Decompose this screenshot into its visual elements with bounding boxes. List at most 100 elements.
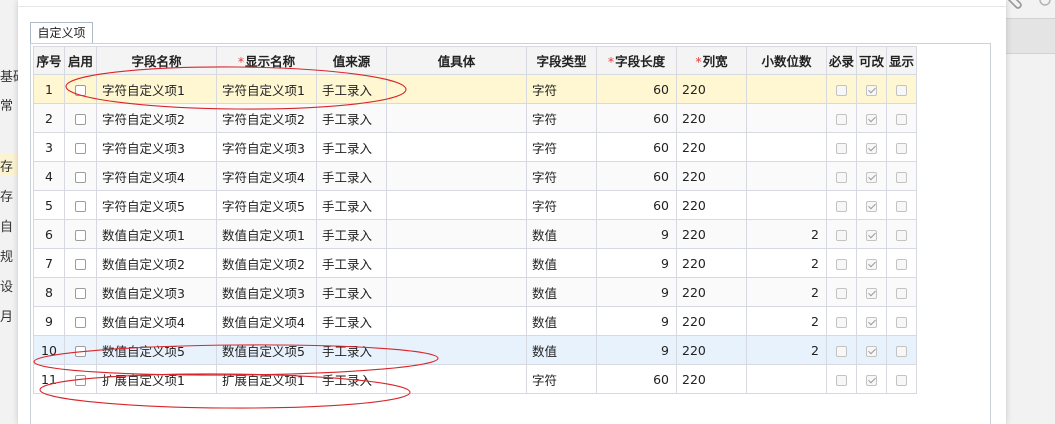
col-field-name-header[interactable]: 字段名称	[96, 46, 217, 75]
visible-checkbox[interactable]	[896, 229, 907, 241]
value-source-cell[interactable]: 手工录入	[316, 364, 387, 394]
required-checkbox[interactable]	[836, 258, 847, 270]
field-name-cell[interactable]: 字符自定义项3	[96, 132, 217, 162]
field-length-cell[interactable]: 60	[596, 103, 677, 133]
value-source-cell[interactable]: 手工录入	[316, 335, 387, 365]
visible-checkbox[interactable]	[896, 84, 907, 96]
enabled-checkbox[interactable]	[75, 171, 86, 183]
value-source-cell[interactable]: 手工录入	[316, 132, 387, 162]
editable-checkbox[interactable]	[866, 316, 877, 328]
col-visible-header[interactable]: 显示	[886, 46, 917, 75]
value-detail-cell[interactable]	[386, 132, 527, 162]
col-field-length-header[interactable]: *字段长度	[596, 46, 677, 75]
value-source-cell[interactable]: 手工录入	[316, 219, 387, 249]
visible-checkbox[interactable]	[896, 200, 907, 212]
value-source-cell[interactable]: 手工录入	[316, 103, 387, 133]
column-width-cell[interactable]: 220	[676, 306, 747, 336]
column-width-cell[interactable]: 220	[676, 219, 747, 249]
decimals-cell[interactable]: 2	[746, 248, 827, 278]
required-checkbox[interactable]	[836, 84, 847, 96]
field-type-cell[interactable]: 字符	[526, 132, 597, 162]
table-row[interactable]: 9 数值自定义项4 数值自定义项4 手工录入 数值 9 220 2	[33, 306, 917, 336]
col-column-width-header[interactable]: *列宽	[676, 46, 747, 75]
table-row[interactable]: 3 字符自定义项3 字符自定义项3 手工录入 字符 60 220	[33, 132, 917, 162]
field-type-cell[interactable]: 数值	[526, 219, 597, 249]
field-type-cell[interactable]: 数值	[526, 277, 597, 307]
value-detail-cell[interactable]	[386, 248, 527, 278]
display-name-cell[interactable]: 数值自定义项5	[216, 335, 317, 365]
column-width-cell[interactable]: 220	[676, 364, 747, 394]
editable-checkbox[interactable]	[866, 113, 877, 125]
decimals-cell[interactable]: 2	[746, 219, 827, 249]
decimals-cell[interactable]: 2	[746, 306, 827, 336]
editable-checkbox[interactable]	[866, 374, 877, 386]
visible-checkbox[interactable]	[896, 142, 907, 154]
col-field-type-header[interactable]: 字段类型	[526, 46, 597, 75]
value-detail-cell[interactable]	[386, 364, 527, 394]
field-name-cell[interactable]: 字符自定义项5	[96, 190, 217, 220]
decimals-cell[interactable]	[746, 103, 827, 133]
info-icon[interactable]	[1038, 0, 1052, 10]
column-width-cell[interactable]: 220	[676, 132, 747, 162]
enabled-checkbox[interactable]	[75, 229, 86, 241]
decimals-cell[interactable]	[746, 161, 827, 191]
table-row[interactable]: 4 字符自定义项4 字符自定义项4 手工录入 字符 60 220	[33, 161, 917, 191]
value-source-cell[interactable]: 手工录入	[316, 248, 387, 278]
table-row[interactable]: 11 扩展自定义项1 扩展自定义项1 手工录入 字符 60 220	[33, 364, 917, 394]
visible-checkbox[interactable]	[896, 345, 907, 357]
field-length-cell[interactable]: 9	[596, 277, 677, 307]
required-checkbox[interactable]	[836, 316, 847, 328]
table-row[interactable]: 6 数值自定义项1 数值自定义项1 手工录入 数值 9 220 2	[33, 219, 917, 249]
col-value-detail-header[interactable]: 值具体	[386, 46, 527, 75]
value-detail-cell[interactable]	[386, 190, 527, 220]
field-type-cell[interactable]: 数值	[526, 335, 597, 365]
field-length-cell[interactable]: 60	[596, 132, 677, 162]
enabled-checkbox[interactable]	[75, 316, 86, 328]
col-display-name-header[interactable]: *显示名称	[216, 46, 317, 75]
visible-checkbox[interactable]	[896, 171, 907, 183]
enabled-checkbox[interactable]	[75, 84, 86, 96]
enabled-checkbox[interactable]	[75, 142, 86, 154]
column-width-cell[interactable]: 220	[676, 103, 747, 133]
field-type-cell[interactable]: 字符	[526, 364, 597, 394]
table-row[interactable]: 5 字符自定义项5 字符自定义项5 手工录入 字符 60 220	[33, 190, 917, 220]
display-name-cell[interactable]: 字符自定义项3	[216, 132, 317, 162]
field-name-cell[interactable]: 数值自定义项3	[96, 277, 217, 307]
value-detail-cell[interactable]	[386, 306, 527, 336]
field-type-cell[interactable]: 字符	[526, 74, 597, 104]
enabled-checkbox[interactable]	[75, 374, 86, 386]
decimals-cell[interactable]: 2	[746, 335, 827, 365]
attachment-icon[interactable]	[1004, 0, 1024, 12]
col-index-header[interactable]: 序号	[33, 46, 65, 75]
required-checkbox[interactable]	[836, 287, 847, 299]
editable-checkbox[interactable]	[866, 171, 877, 183]
value-detail-cell[interactable]	[386, 103, 527, 133]
column-width-cell[interactable]: 220	[676, 248, 747, 278]
display-name-cell[interactable]: 扩展自定义项1	[216, 364, 317, 394]
value-source-cell[interactable]: 手工录入	[316, 161, 387, 191]
editable-checkbox[interactable]	[866, 84, 877, 96]
field-type-cell[interactable]: 字符	[526, 161, 597, 191]
field-length-cell[interactable]: 9	[596, 306, 677, 336]
visible-checkbox[interactable]	[896, 316, 907, 328]
required-checkbox[interactable]	[836, 345, 847, 357]
field-type-cell[interactable]: 字符	[526, 190, 597, 220]
table-row[interactable]: 10 数值自定义项5 数值自定义项5 手工录入 数值 9 220 2	[33, 335, 917, 365]
display-name-cell[interactable]: 数值自定义项2	[216, 248, 317, 278]
table-row[interactable]: 8 数值自定义项3 数值自定义项3 手工录入 数值 9 220 2	[33, 277, 917, 307]
value-source-cell[interactable]: 手工录入	[316, 190, 387, 220]
column-width-cell[interactable]: 220	[676, 190, 747, 220]
field-name-cell[interactable]: 数值自定义项1	[96, 219, 217, 249]
required-checkbox[interactable]	[836, 142, 847, 154]
decimals-cell[interactable]	[746, 132, 827, 162]
editable-checkbox[interactable]	[866, 142, 877, 154]
field-length-cell[interactable]: 60	[596, 161, 677, 191]
display-name-cell[interactable]: 字符自定义项5	[216, 190, 317, 220]
field-type-cell[interactable]: 字符	[526, 103, 597, 133]
field-length-cell[interactable]: 60	[596, 364, 677, 394]
visible-checkbox[interactable]	[896, 113, 907, 125]
col-decimals-header[interactable]: 小数位数	[746, 46, 827, 75]
field-length-cell[interactable]: 60	[596, 190, 677, 220]
col-enabled-header[interactable]: 启用	[64, 46, 97, 75]
value-detail-cell[interactable]	[386, 277, 527, 307]
